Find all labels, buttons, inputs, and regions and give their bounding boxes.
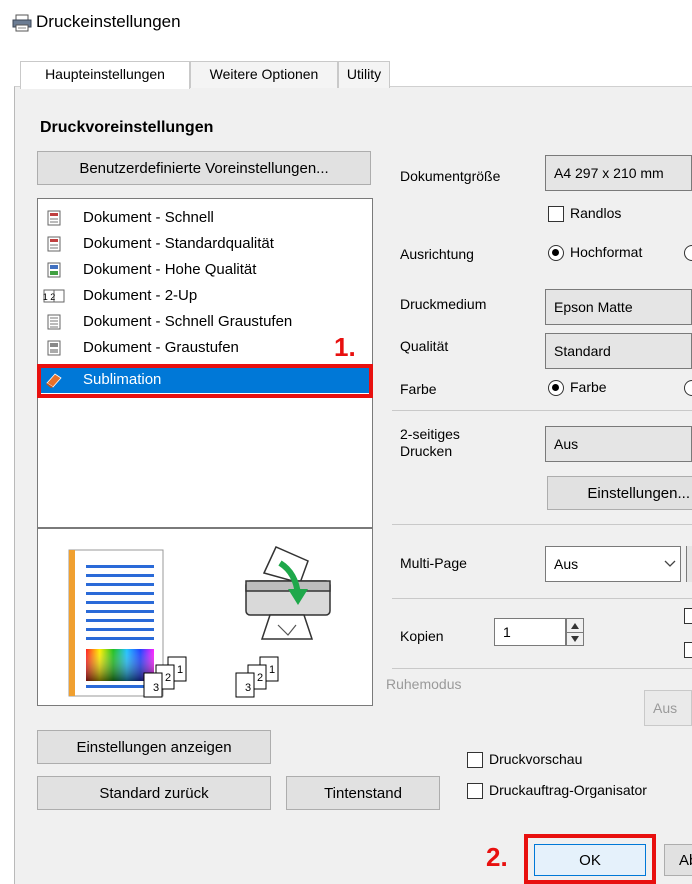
quiet-mode-label: Ruhemodus: [386, 676, 462, 692]
duplex-label: 2-seitiges Drucken: [400, 426, 460, 459]
reset-defaults-button[interactable]: Standard zurück: [37, 776, 271, 810]
collate-checkbox[interactable]: [684, 608, 692, 624]
borderless-checkbox[interactable]: [548, 206, 564, 222]
copies-stepper[interactable]: [566, 618, 584, 646]
presets-list[interactable]: Dokument - Schnell Dokument - Standardqu…: [37, 198, 373, 528]
print-preview-checkbox[interactable]: [467, 752, 483, 768]
printer-icon: [12, 14, 32, 32]
borderless-label: Randlos: [570, 205, 622, 221]
color-radio-label: Farbe: [570, 379, 607, 395]
tab-more-options[interactable]: Weitere Optionen: [190, 61, 338, 88]
printer-illustration-icon: [245, 546, 331, 640]
document-grayscale-fast-icon: [47, 314, 61, 330]
stepper-up-icon[interactable]: [571, 623, 579, 629]
job-organizer-checkbox[interactable]: [467, 783, 483, 799]
title-bar: Druckeinstellungen: [0, 0, 692, 48]
custom-presets-button[interactable]: Benutzerdefinierte Voreinstellungen...: [37, 151, 371, 185]
job-organizer-label: Druckauftrag-Organisator: [489, 782, 647, 798]
list-item-label: Dokument - Schnell: [83, 209, 214, 226]
color-label: Farbe: [400, 381, 437, 397]
copies-label: Kopien: [400, 628, 444, 644]
media-select[interactable]: Epson Matte: [545, 289, 692, 325]
svg-text:1: 1: [269, 664, 275, 676]
tab-main-settings[interactable]: Haupteinstellungen: [20, 61, 190, 89]
document-high-quality-icon: [47, 262, 61, 278]
document-size-label: Dokumentgröße: [400, 168, 501, 184]
list-item[interactable]: Dokument - Standardqualität: [39, 231, 371, 257]
quality-select[interactable]: Standard: [545, 333, 692, 369]
list-item[interactable]: Dokument - Schnell: [39, 205, 371, 231]
divider: [392, 410, 692, 411]
list-item-label: Dokument - Standardqualität: [83, 235, 274, 252]
orientation-portrait-radio[interactable]: [548, 245, 564, 261]
svg-text:3: 3: [245, 682, 251, 694]
list-item-label: Dokument - 2-Up: [83, 287, 198, 304]
color-radio[interactable]: [548, 380, 564, 396]
ink-levels-button[interactable]: Tintenstand: [286, 776, 440, 810]
step2-label: 2.: [486, 842, 508, 872]
window-title: Druckeinstellungen: [36, 12, 181, 31]
show-settings-button[interactable]: Einstellungen anzeigen: [37, 730, 271, 764]
list-item[interactable]: Dokument - Schnell Graustufen: [39, 309, 371, 335]
multipage-select[interactable]: Aus: [545, 546, 681, 582]
document-grayscale-icon: [47, 340, 61, 356]
quiet-mode-select[interactable]: Aus: [644, 690, 692, 726]
svg-text:1: 1: [177, 664, 183, 676]
copies-input[interactable]: 1: [494, 618, 566, 646]
divider: [392, 668, 692, 669]
side-control-edge: [686, 546, 692, 582]
two-up-icon: 1 2: [43, 289, 65, 303]
quality-label: Qualität: [400, 338, 449, 354]
page-stack-icon: 1 2 3: [143, 656, 187, 698]
document-size-select[interactable]: A4 297 x 210 mm: [545, 155, 692, 191]
list-item-label: Dokument - Graustufen: [83, 339, 239, 356]
duplex-settings-button[interactable]: Einstellungen...: [547, 476, 692, 510]
list-item[interactable]: Dokument - Hohe Qualität: [39, 257, 371, 283]
list-item-label: Dokument - Schnell Graustufen: [83, 313, 293, 330]
orientation-portrait-label: Hochformat: [570, 244, 643, 260]
window-edge: [0, 48, 14, 884]
document-fast-icon: [47, 210, 61, 226]
svg-text:2: 2: [165, 672, 171, 684]
stepper-divider: [567, 632, 583, 633]
tab-utility[interactable]: Utility: [338, 61, 390, 88]
chevron-down-icon: [664, 560, 676, 567]
list-item-label: Dokument - Hohe Qualität: [83, 261, 257, 278]
document-standard-icon: [47, 236, 61, 252]
divider: [392, 598, 692, 599]
highlight-box-step2: [524, 834, 656, 884]
list-item[interactable]: Dokument - Graustufen: [39, 335, 371, 361]
cancel-button[interactable]: Ab: [664, 844, 692, 876]
orientation-label: Ausrichtung: [400, 246, 474, 262]
reverse-order-checkbox[interactable]: [684, 642, 692, 658]
print-preview-label: Druckvorschau: [489, 751, 583, 767]
svg-text:2: 2: [257, 672, 263, 684]
multipage-label: Multi-Page: [400, 555, 467, 571]
divider: [392, 524, 692, 525]
svg-text:1 2: 1 2: [43, 292, 55, 302]
list-item[interactable]: 1 2 Dokument - 2-Up: [39, 283, 371, 309]
preview-area: 1 2 3 1 2 3: [37, 528, 373, 706]
presets-title: Druckvoreinstellungen: [40, 119, 214, 136]
page-stack-icon: 1 2 3: [235, 656, 279, 698]
stepper-down-icon[interactable]: [571, 636, 579, 642]
step1-label: 1.: [334, 332, 356, 362]
svg-text:3: 3: [153, 682, 159, 694]
media-label: Druckmedium: [400, 296, 487, 312]
highlight-box-step1: [37, 364, 373, 398]
duplex-select[interactable]: Aus: [545, 426, 692, 462]
